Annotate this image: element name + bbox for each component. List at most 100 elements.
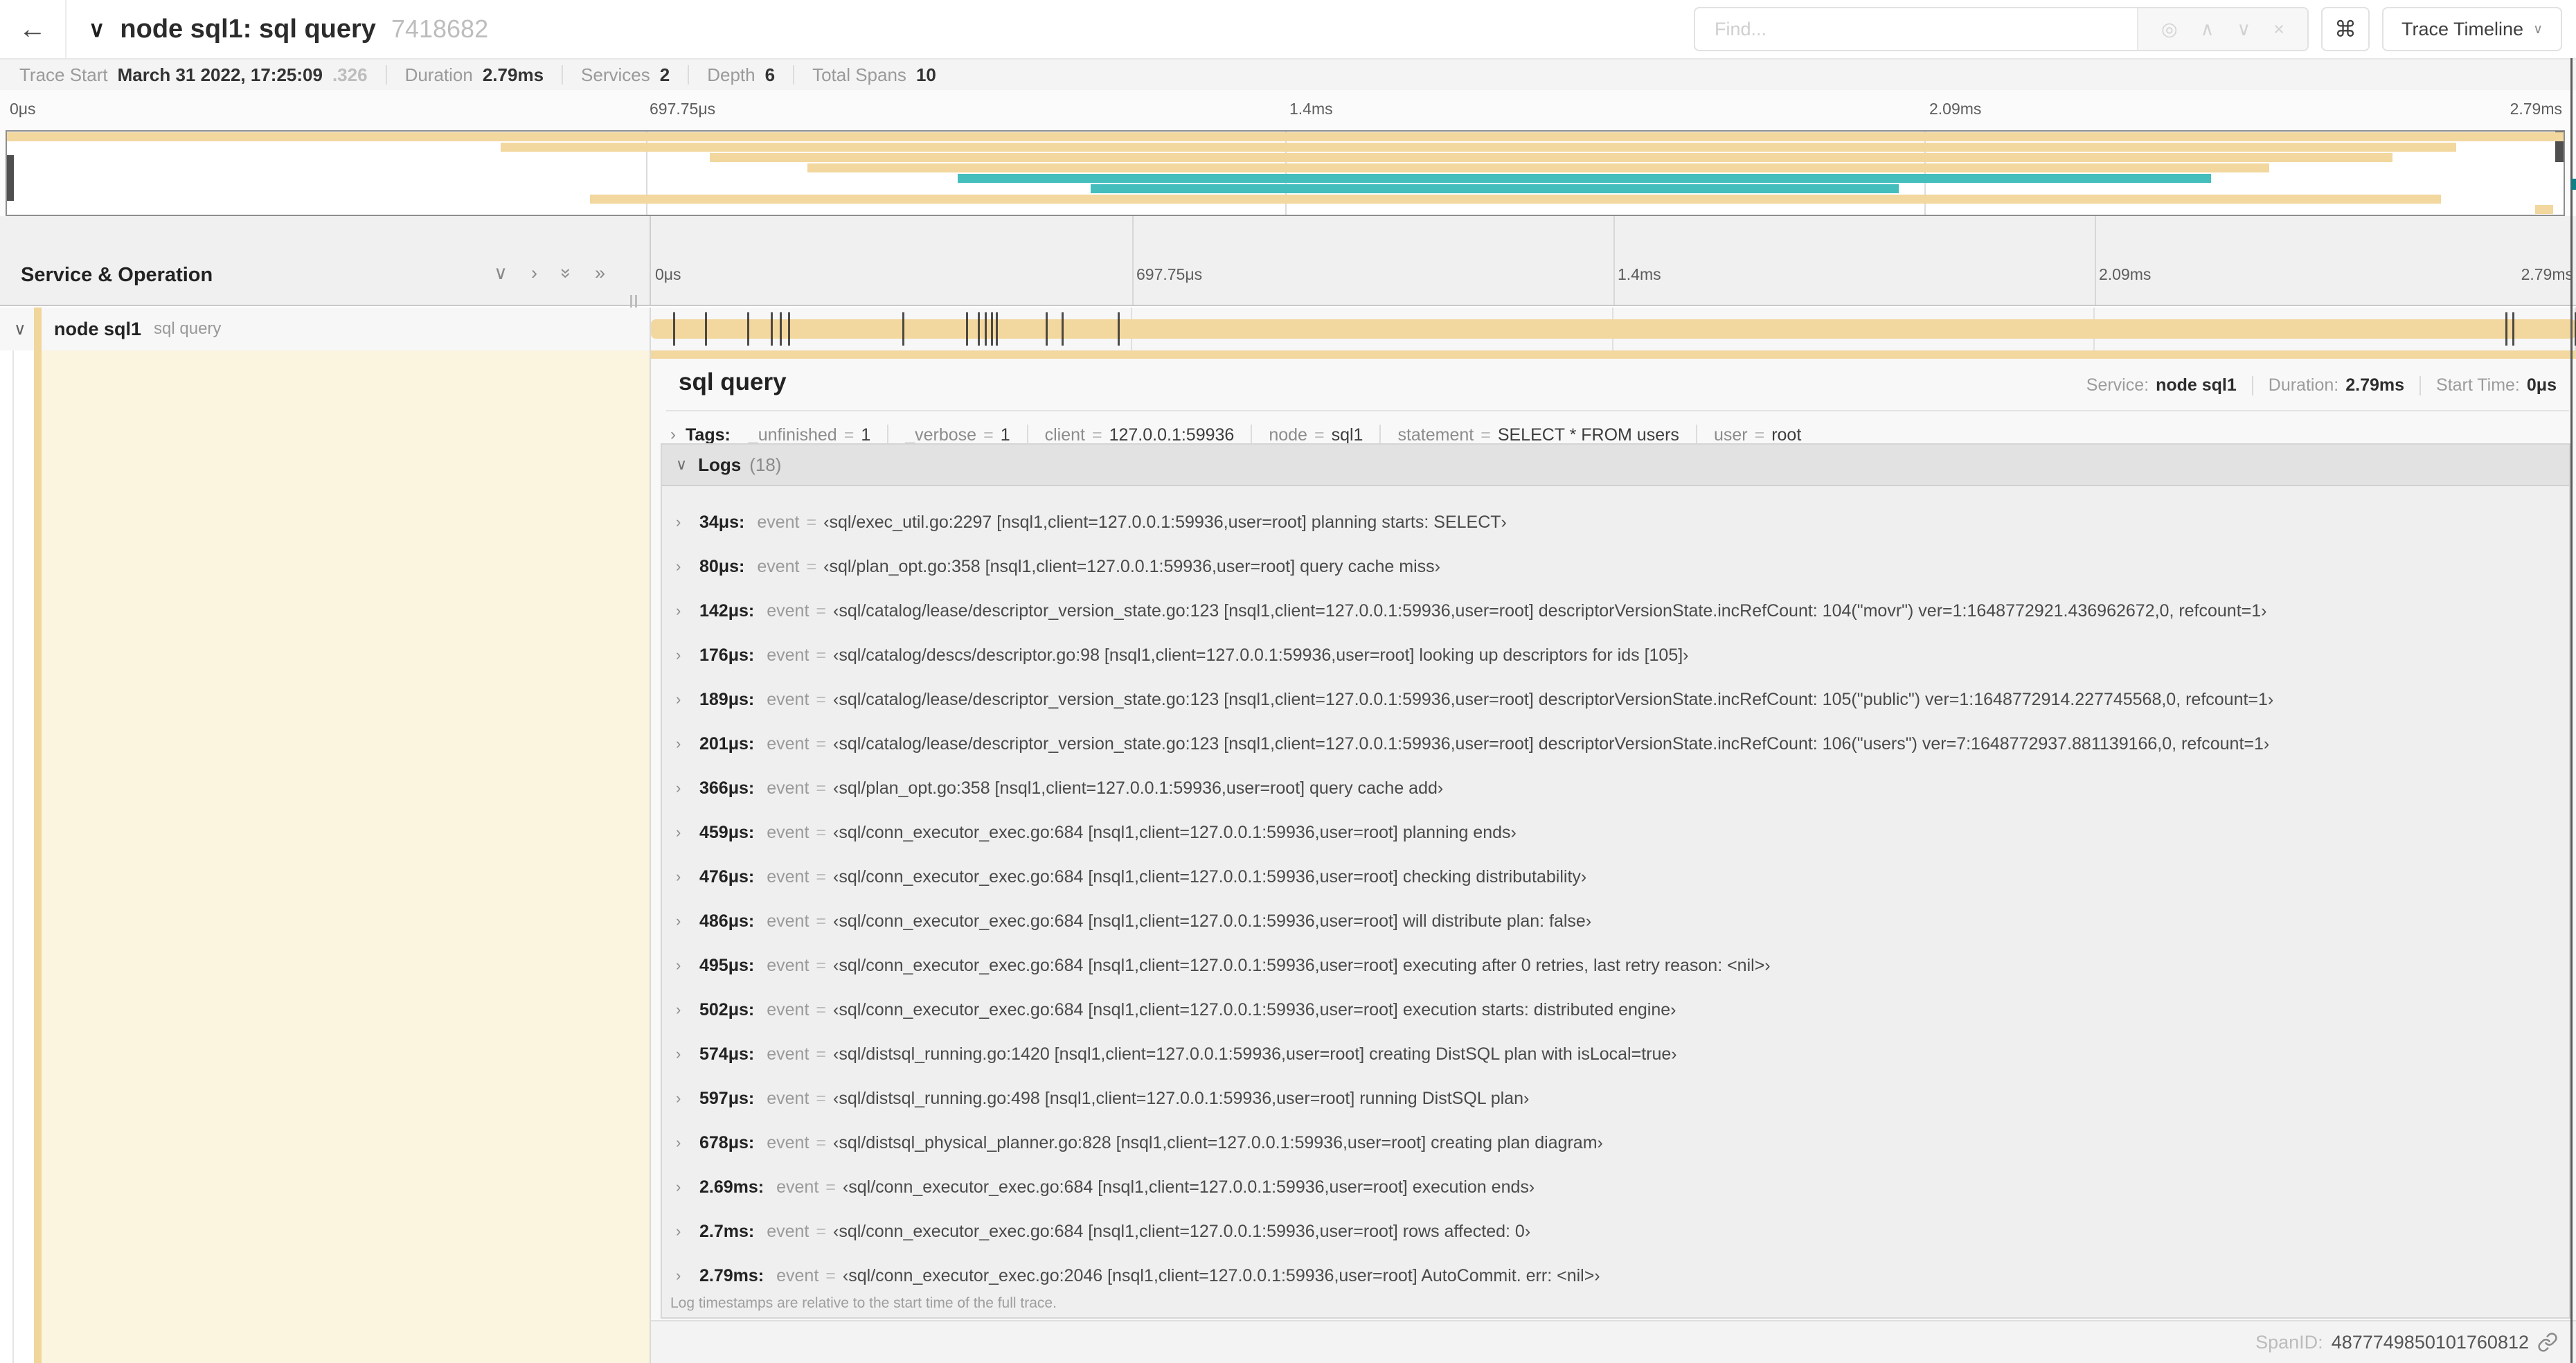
find-prev-icon[interactable]: ∧ <box>2201 19 2215 40</box>
logs-header[interactable]: ∨ Logs (18) <box>662 445 2569 486</box>
span-meta-value: 0μs <box>2526 375 2557 395</box>
tags-label: Tags: <box>686 425 731 445</box>
chevron-right-icon: › <box>676 602 681 619</box>
chevron-right-icon: › <box>676 1222 681 1240</box>
log-entry-row[interactable]: › 2.7ms: event = ‹sql/conn_executor_exec.go:… <box>662 1209 2569 1254</box>
trace-meta-bar: Trace Start March 31 2022, 17:25:09 .326 Du… <box>0 58 2576 91</box>
log-field-key: event <box>767 911 810 931</box>
log-marker-tick <box>747 312 750 346</box>
meta-value: 10 <box>915 64 936 85</box>
log-marker-tick <box>1117 312 1120 346</box>
log-field-value: ‹sql/conn_executor_exec.go:684 [nsql1,cl… <box>833 866 1587 887</box>
log-entry-row[interactable]: › 459μs: event = ‹sql/conn_executor_exec.go:… <box>662 810 2569 855</box>
log-entry-row[interactable]: › 476μs: event = ‹sql/conn_executor_exec.go:… <box>662 855 2569 899</box>
tag-key: _verbose <box>905 425 977 445</box>
log-timestamp: 80μs: <box>699 556 745 576</box>
log-entry-row[interactable]: › 597μs: event = ‹sql/distsql_running.go:498… <box>662 1076 2569 1121</box>
span-id-value: 4877749850101760812 <box>2331 1331 2529 1353</box>
view-selector-label: Trace Timeline <box>2401 18 2524 39</box>
log-field-key: event <box>767 822 810 842</box>
log-entry-row[interactable]: › 2.79ms: event = ‹sql/conn_executor_exec.go… <box>662 1254 2569 1298</box>
keyboard-shortcuts-button[interactable]: ⌘ <box>2321 7 2370 51</box>
equals-sign: = <box>816 822 827 842</box>
expand-one-icon[interactable]: › <box>531 262 537 284</box>
tag-key: _unfinished <box>748 425 837 445</box>
log-entry-row[interactable]: › 189μs: event = ‹sql/catalog/lease/descript… <box>662 677 2569 722</box>
log-field-key: event <box>767 866 810 887</box>
log-timestamp: 476μs: <box>699 866 755 887</box>
log-entry-row[interactable]: › 486μs: event = ‹sql/conn_executor_exec.go:… <box>662 899 2569 943</box>
log-entry-row[interactable]: › 574μs: event = ‹sql/distsql_running.go:142… <box>662 1032 2569 1076</box>
title-collapse-icon[interactable]: ∨ <box>89 16 105 42</box>
trace-page: ← ∨ node sql1: sql query 7418682 ◎ ∧ ∨ ×… <box>0 0 2576 1363</box>
log-field-value: ‹sql/conn_executor_exec.go:684 [nsql1,cl… <box>842 1177 1535 1197</box>
link-icon[interactable] <box>2537 1332 2558 1353</box>
log-timestamp: 201μs: <box>699 733 755 754</box>
log-entry-row[interactable]: › 366μs: event = ‹sql/plan_opt.go:358 [nsql1… <box>662 766 2569 810</box>
equals-sign: = <box>1091 425 1102 445</box>
log-field-value: ‹sql/conn_executor_exec.go:684 [nsql1,cl… <box>833 999 1676 1019</box>
equals-sign: = <box>825 1265 836 1285</box>
equals-sign: = <box>816 866 827 887</box>
log-marker-tick <box>978 312 981 346</box>
ruler-tick-label: 2.09ms <box>1929 100 1982 118</box>
chevron-right-icon: › <box>676 868 681 885</box>
meta-divider <box>793 65 795 84</box>
span-row[interactable]: ∨ node sql1 sql query <box>0 308 2576 350</box>
minimap-canvas[interactable] <box>6 130 2565 216</box>
find-next-icon[interactable]: ∨ <box>2237 19 2251 40</box>
span-bar-strip <box>651 350 2576 359</box>
equals-sign: = <box>806 512 817 532</box>
meta-divider <box>385 65 387 84</box>
find-target-icon[interactable]: ◎ <box>2161 19 2178 40</box>
span-id-label: SpanID: <box>2255 1331 2323 1353</box>
log-marker-tick <box>985 312 987 346</box>
span-meta-pair: Start Time: 0μs <box>2436 375 2557 395</box>
ruler-tick-label: 0μs <box>10 100 36 118</box>
selected-span-highlight <box>42 350 650 1363</box>
log-entry-row[interactable]: › 502μs: event = ‹sql/conn_executor_exec.go:… <box>662 988 2569 1032</box>
log-entry-row[interactable]: › 678μs: event = ‹sql/distsql_physical_plann… <box>662 1121 2569 1165</box>
service-operation-label: Service & Operation <box>21 264 213 286</box>
minimap-left-scrubber[interactable] <box>7 155 14 201</box>
collapse-one-icon[interactable]: ∨ <box>494 262 508 284</box>
logs-label: Logs <box>698 454 742 475</box>
back-button[interactable]: ← <box>0 0 66 58</box>
span-expander-icon[interactable]: ∨ <box>14 319 26 339</box>
log-timestamp: 366μs: <box>699 778 755 798</box>
log-field-key: event <box>776 1177 819 1197</box>
meta-divider <box>688 65 690 84</box>
collapse-all-icon[interactable]: » <box>555 268 577 278</box>
find-clear-icon[interactable]: × <box>2273 19 2284 40</box>
logs-count: (18) <box>749 454 782 475</box>
log-field-key: event <box>767 955 810 975</box>
trace-view-selector[interactable]: Trace Timeline ∨ <box>2382 7 2562 51</box>
meta-divider <box>2420 375 2422 395</box>
chevron-right-icon: › <box>676 1089 681 1107</box>
log-entry-row[interactable]: › 80μs: event = ‹sql/plan_opt.go:358 [nsql1,… <box>662 544 2569 589</box>
expand-all-icon[interactable]: » <box>595 262 605 284</box>
log-entry-row[interactable]: › 34μs: event = ‹sql/exec_util.go:2297 [nsql… <box>662 500 2569 544</box>
log-timestamp: 189μs: <box>699 689 755 709</box>
log-entry-row[interactable]: › 142μs: event = ‹sql/catalog/lease/descript… <box>662 589 2569 633</box>
span-row-timeline[interactable] <box>650 308 2576 350</box>
log-entry-row[interactable]: › 176μs: event = ‹sql/catalog/descs/descript… <box>662 633 2569 677</box>
minimap-span-bar <box>7 132 2564 141</box>
log-field-value: ‹sql/conn_executor_exec.go:2046 [nsql1,c… <box>842 1265 1600 1285</box>
chevron-right-icon: › <box>676 1001 681 1018</box>
find-input[interactable] <box>1695 8 2137 50</box>
command-icon: ⌘ <box>2334 17 2356 42</box>
equals-sign: = <box>816 911 827 931</box>
log-field-value: ‹sql/catalog/lease/descriptor_version_st… <box>833 600 2267 621</box>
span-meta-label: Service: <box>2086 375 2149 395</box>
trace-meta-item: Total Spans 10 <box>812 64 936 86</box>
trace-title-group: ∨ node sql1: sql query 7418682 <box>89 0 488 58</box>
span-duration-bar[interactable] <box>651 319 2576 339</box>
log-entry-row[interactable]: › 201μs: event = ‹sql/catalog/lease/descript… <box>662 722 2569 766</box>
log-entry-row[interactable]: › 495μs: event = ‹sql/conn_executor_exec.go:… <box>662 943 2569 988</box>
trace-meta-item: Duration 2.79ms <box>405 64 544 86</box>
log-field-value: ‹sql/conn_executor_exec.go:684 [nsql1,cl… <box>833 1221 1531 1241</box>
window-edge-scrollbar[interactable] <box>2570 58 2573 1363</box>
chevron-right-icon: › <box>676 513 681 531</box>
log-entry-row[interactable]: › 2.69ms: event = ‹sql/conn_executor_exec.go… <box>662 1165 2569 1209</box>
